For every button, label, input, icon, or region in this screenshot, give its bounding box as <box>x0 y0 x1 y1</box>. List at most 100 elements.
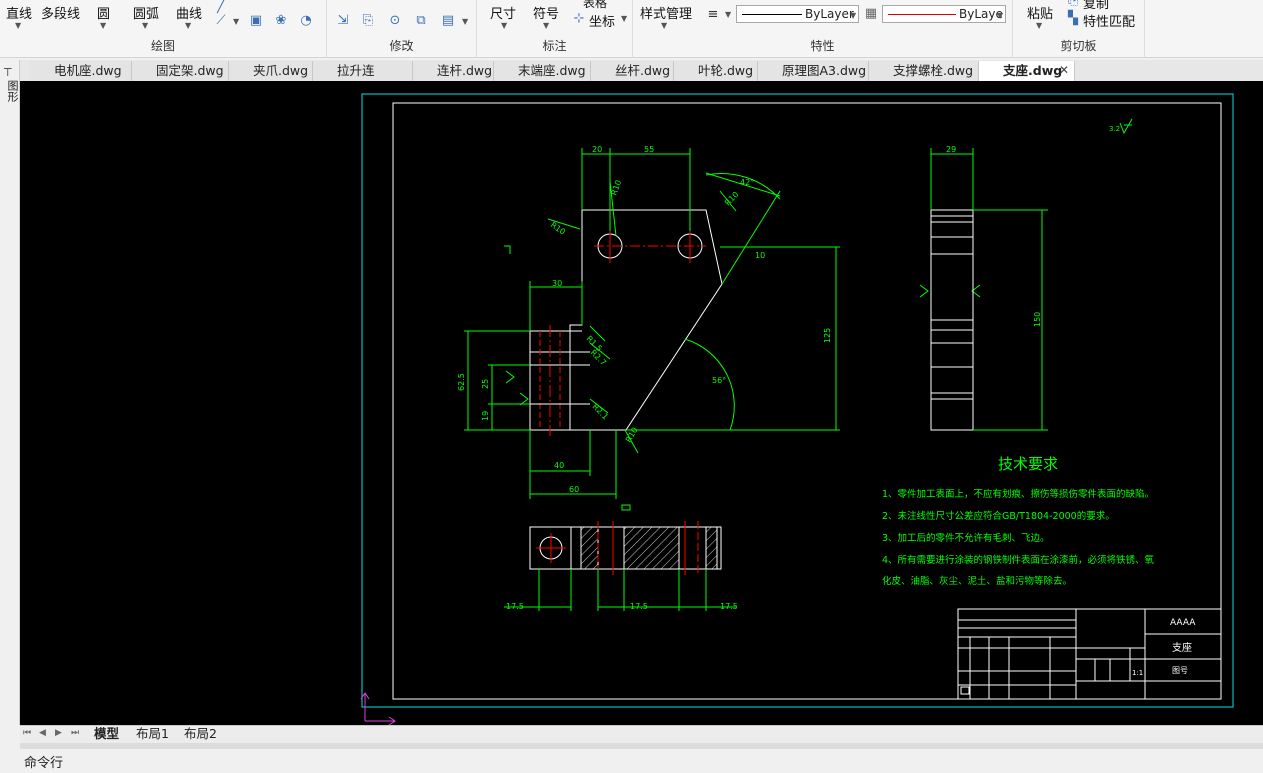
tab-固定架[interactable]: 固定架.dwg <box>132 61 229 81</box>
dim-20: 20 <box>592 145 602 154</box>
clipboard-group-label: 剪切板 <box>1060 39 1097 53</box>
tech-line-5: 化皮、油脂、灰尘、泥土、盐和污物等除去。 <box>882 575 1072 587</box>
curve-button[interactable]: 曲线 <box>176 3 202 22</box>
dim-angle-56: 56° <box>712 376 726 385</box>
polyline-button[interactable]: 多段线 <box>41 3 80 22</box>
dim-17-5-left: 17.5 <box>506 602 524 611</box>
tab-丝杆[interactable]: 丝杆.dwg <box>591 61 674 81</box>
tab-支撑螺栓[interactable]: 支撑螺栓.dwg <box>869 61 979 81</box>
coordinate-icon[interactable]: ⊹ <box>571 12 587 26</box>
section-dimensions <box>504 569 736 611</box>
list-icon[interactable]: ≡ <box>705 8 721 22</box>
dim-17-5-mid: 17.5 <box>630 602 648 611</box>
circle-button[interactable]: 圆 <box>97 3 110 22</box>
layout-bar: ⏮ ◀ ▶ ⏭ 模型 布局1 布局2 <box>20 725 1263 743</box>
command-line[interactable]: 命令行 <box>0 749 1263 773</box>
tech-line-4: 4、所有需要进行涂装的钢铁制件表面在涂漆前，必须将铁锈、氧 <box>882 554 1155 566</box>
linetype-value: ByLayer <box>805 7 854 21</box>
tab-连杆[interactable]: 连杆.dwg <box>413 61 494 81</box>
paper-border <box>361 93 1234 708</box>
annotate-group-label: 标注 <box>542 39 567 53</box>
arc-button[interactable]: 圆弧 <box>133 3 159 22</box>
tab-末端座[interactable]: 末端座.dwg <box>494 61 591 81</box>
symbol-button[interactable]: 符号 <box>533 3 559 22</box>
ribbon: 直线 ▼ 多段线 圆 ▼ 圆弧 ▼ 曲线 ▼ ╱ ⟋ ▼ ▣ ❀ ◔ 绘图 ⇲ … <box>0 0 1263 58</box>
document-tabs: 电机座.dwg 固定架.dwg 夹爪.dwg 拉升连杆.dwg 连杆.dwg 末… <box>20 60 1263 97</box>
properties-group: 样式管理 ▼ ≡ ▼ ByLayer ▼ ▦ ByLaye ▼ 特性 <box>633 0 1013 58</box>
drawing-svg: 20 55 R10 R10 R10 42° 10 30 125 56° R1.5… <box>360 93 1234 725</box>
tab-电机座[interactable]: 电机座.dwg <box>30 61 132 81</box>
tech-title: 技术要求 <box>998 455 1058 473</box>
paste-button[interactable]: 粘贴 <box>1027 3 1053 22</box>
side-view <box>930 209 974 431</box>
dim-r10-right: R10 <box>723 190 741 208</box>
construction-line-icon[interactable]: ╱ <box>213 0 229 14</box>
title-drawing-no: 图号 <box>1172 666 1188 675</box>
left-toolbar: ⊤ 图形 <box>0 60 20 725</box>
title-company: AAAA <box>1170 618 1196 628</box>
next-layout-icon[interactable]: ▶ <box>55 728 62 738</box>
mirror-icon[interactable]: ⧉ <box>413 14 429 28</box>
palette-label[interactable]: 图形 <box>4 80 20 102</box>
line-button[interactable]: 直线 <box>6 3 32 22</box>
copy-icon[interactable]: ⎘ <box>1065 0 1081 8</box>
match-properties-button[interactable]: 特性匹配 <box>1083 11 1135 30</box>
lineweight-icon[interactable]: ▦ <box>863 7 879 21</box>
lineweight-select[interactable]: ByLaye ▼ <box>882 5 1006 23</box>
tech-line-3: 3、加工后的零件不允许有毛刺、飞边。 <box>882 532 1050 544</box>
section-view <box>529 521 722 575</box>
tech-line-1: 1、零件加工表面上，不应有划痕、擦伤等损伤零件表面的缺陷。 <box>882 488 1154 500</box>
dim-r10-bottom: R10 <box>624 426 640 444</box>
dim-19: 19 <box>481 411 490 421</box>
ucs-icon <box>360 692 396 725</box>
modify-group-label: 修改 <box>389 39 414 53</box>
tab-原理图a3[interactable]: 原理图A3.dwg <box>758 61 869 81</box>
copy-object-icon[interactable]: ⎘ <box>360 14 376 28</box>
last-layout-icon[interactable]: ⏭ <box>71 728 79 738</box>
tab-叶轮[interactable]: 叶轮.dwg <box>674 61 758 81</box>
move-icon[interactable]: ⇲ <box>335 14 351 28</box>
pin-icon[interactable]: ⊤ <box>3 66 13 79</box>
tab-支座[interactable]: 支座.dwg ✕ <box>979 61 1075 81</box>
dim-125: 125 <box>823 328 832 343</box>
match-properties-icon[interactable]: ▚ <box>1065 12 1081 26</box>
close-icon[interactable]: ✕ <box>1059 61 1069 80</box>
tab-layout1[interactable]: 布局1 <box>128 726 173 743</box>
style-manager-button[interactable]: 样式管理 <box>640 3 692 22</box>
tab-layout2[interactable]: 布局2 <box>176 726 221 743</box>
ray-icon[interactable]: ⟋ <box>213 14 229 28</box>
dim-r2-7: R2.7 <box>589 348 608 367</box>
dim-29: 29 <box>946 145 956 154</box>
region-icon[interactable]: ◔ <box>298 14 314 28</box>
tab-model[interactable]: 模型 <box>86 726 123 743</box>
table-button[interactable]: 表格 <box>583 0 607 11</box>
tab-拉升连杆[interactable]: 拉升连杆.dwg <box>313 61 413 97</box>
tech-line-2: 2、未注线性尺寸公差应符合GB/T1804-2000的要求。 <box>882 510 1115 522</box>
first-layout-icon[interactable]: ⏮ <box>23 728 31 738</box>
side-dimensions <box>930 148 1048 431</box>
tab-夹爪[interactable]: 夹爪.dwg <box>229 61 313 81</box>
drawing-canvas[interactable]: 20 55 R10 R10 R10 42° 10 30 125 56° R1.5… <box>20 81 1263 725</box>
prev-layout-icon[interactable]: ◀ <box>39 728 46 738</box>
annotate-group: 尺寸 ▼ 符号 ▼ 表格 ⊹ 坐标 ▼ 标注 <box>477 0 633 58</box>
rotate-icon[interactable]: ⊙ <box>387 14 403 28</box>
hatch-icon[interactable]: ❀ <box>273 14 289 28</box>
title-scale: 1:1 <box>1132 669 1143 677</box>
dimension-button[interactable]: 尺寸 <box>490 3 516 22</box>
rectangle-icon[interactable]: ▣ <box>248 14 264 28</box>
title-part-name: 支座 <box>1172 641 1192 654</box>
draw-group-label: 绘图 <box>150 39 175 53</box>
offset-icon[interactable]: ▤ <box>440 14 456 28</box>
dim-40: 40 <box>554 461 564 470</box>
dim-r10-left: R10 <box>549 220 567 236</box>
clipboard-group: 粘贴 ▼ ⎘ 复制 ▚ 特性匹配 剪切板 <box>1013 0 1145 58</box>
modify-group: ⇲ ⎘ ⊙ ⧉ ▤ ▼ 修改 <box>327 0 477 58</box>
linetype-select[interactable]: ByLayer ▼ <box>736 5 859 23</box>
front-dimensions <box>464 148 840 499</box>
dim-17-5-right: 17.5 <box>720 602 738 611</box>
dim-60: 60 <box>569 485 579 494</box>
coordinate-button[interactable]: 坐标 <box>589 11 615 30</box>
dim-30: 30 <box>552 279 562 288</box>
dim-150: 150 <box>1033 312 1042 327</box>
properties-group-label: 特性 <box>810 39 835 53</box>
